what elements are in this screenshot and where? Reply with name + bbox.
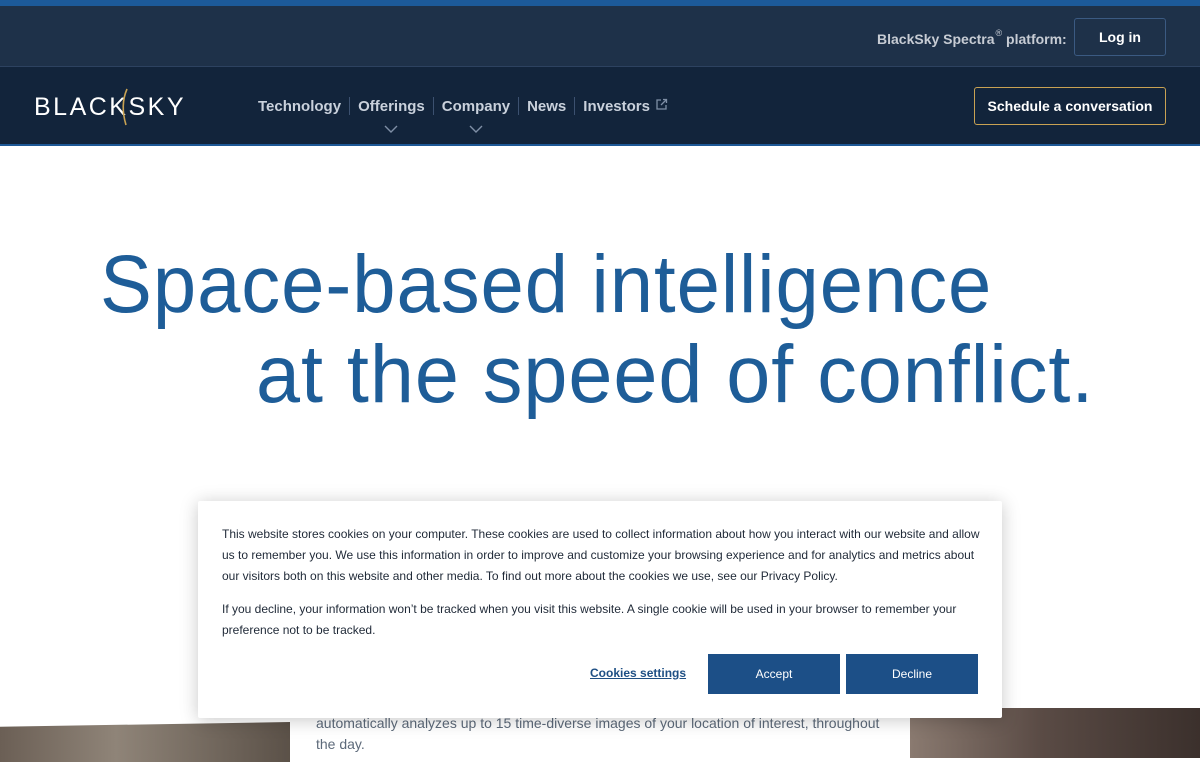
cookie-text: This website stores cookies on your comp… — [222, 527, 980, 583]
nav-item-company[interactable]: Company — [434, 98, 518, 133]
platform-label: BlackSky Spectra® platform: — [877, 28, 1067, 47]
nav-item-technology[interactable]: Technology — [250, 98, 349, 115]
nav-menu: Technology Offerings Company News Invest… — [250, 97, 676, 133]
accept-button[interactable]: Accept — [708, 654, 840, 694]
nav-item-offerings[interactable]: Offerings — [350, 98, 433, 133]
main-nav: BLACKSKY Technology Offerings Company Ne… — [0, 67, 1200, 146]
logo-text: BLACKSKY — [34, 93, 186, 121]
login-button[interactable]: Log in — [1074, 18, 1166, 56]
blacksky-logo[interactable]: BLACKSKY — [34, 85, 216, 134]
utility-bar: BlackSky Spectra® platform: Log in — [0, 6, 1200, 67]
hero-headline-line2: at the speed of conflict. — [256, 329, 1095, 420]
cookies-settings-link[interactable]: Cookies settings — [590, 666, 686, 680]
nav-item-investors[interactable]: Investors — [575, 98, 676, 115]
schedule-conversation-button[interactable]: Schedule a conversation — [974, 87, 1166, 125]
decline-button[interactable]: Decline — [846, 654, 978, 694]
nav-item-news[interactable]: News — [519, 98, 574, 115]
chevron-down-icon — [469, 120, 483, 137]
external-link-icon — [655, 98, 668, 115]
chevron-down-icon — [384, 120, 398, 137]
background-description: automatically analyzes up to 15 time-div… — [316, 715, 880, 752]
cookie-banner: This website stores cookies on your comp… — [198, 501, 1002, 718]
background-image-left — [0, 722, 290, 762]
hero-headline-line1: Space-based intelligence — [100, 239, 993, 330]
cookie-decline-text: If you decline, your information won’t b… — [222, 602, 957, 637]
